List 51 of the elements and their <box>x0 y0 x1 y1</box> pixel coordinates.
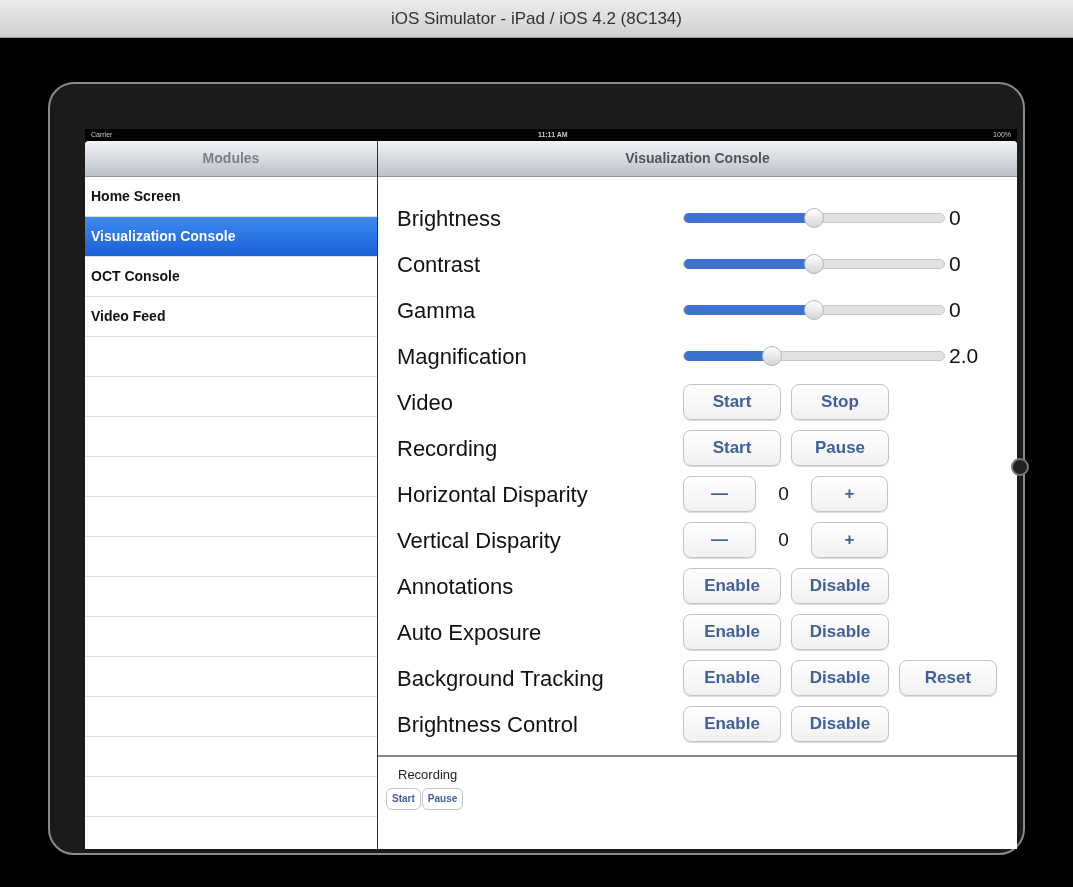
row-label: Auto Exposure <box>397 618 543 647</box>
action-button[interactable]: Enable <box>683 660 781 696</box>
sidebar-title: Modules <box>202 149 260 168</box>
decrement-button[interactable]: — <box>683 522 756 558</box>
increment-button[interactable]: + <box>811 476 888 512</box>
action-button[interactable]: Enable <box>683 614 781 650</box>
slider-value: 2.0 <box>949 343 979 370</box>
row-label: Contrast <box>397 250 482 279</box>
row-label: Annotations <box>397 572 515 601</box>
action-button[interactable]: Enable <box>683 568 781 604</box>
row-label: Vertical Disparity <box>397 526 562 555</box>
stepper-value: 0 <box>777 527 790 552</box>
slider[interactable] <box>683 299 945 321</box>
action-button[interactable]: Disable <box>791 706 889 742</box>
slider[interactable] <box>683 253 945 275</box>
action-button[interactable]: Start <box>683 430 781 466</box>
slider-value: 0 <box>949 297 961 324</box>
action-button[interactable]: Disable <box>791 568 889 604</box>
action-button[interactable]: Disable <box>791 614 889 650</box>
action-button[interactable]: Stop <box>791 384 889 420</box>
slider-value: 0 <box>949 205 961 232</box>
increment-button[interactable]: + <box>811 522 888 558</box>
action-button[interactable]: Reset <box>899 660 997 696</box>
row-label: Video <box>397 388 454 417</box>
home-button[interactable] <box>1011 458 1029 476</box>
detail-title: Visualization Console <box>625 149 770 168</box>
slider-thumb[interactable] <box>804 208 824 228</box>
slider-thumb[interactable] <box>804 300 824 320</box>
decrement-button[interactable]: — <box>683 476 756 512</box>
slider[interactable] <box>683 207 945 229</box>
row-label: Brightness <box>397 204 502 233</box>
slider-thumb[interactable] <box>762 346 783 366</box>
row-label: Recording <box>397 434 499 463</box>
small-button[interactable]: Pause <box>421 787 464 810</box>
row-label: Horizontal Disparity <box>397 480 589 509</box>
sidebar-item[interactable]: Visualization Console <box>85 217 377 257</box>
action-button[interactable]: Pause <box>791 430 889 466</box>
row-label: Brightness Control <box>397 710 579 739</box>
action-button[interactable]: Enable <box>683 706 781 742</box>
action-button[interactable]: Start <box>683 384 781 420</box>
small-button[interactable]: Start <box>386 787 421 810</box>
slider-value: 0 <box>949 251 961 278</box>
row-label: Gamma <box>397 296 477 325</box>
action-button[interactable]: Disable <box>791 660 889 696</box>
window-title: iOS Simulator - iPad / iOS 4.2 (8C134) <box>391 7 682 30</box>
footer-label: Recording <box>398 766 459 784</box>
row-label: Magnification <box>397 342 528 371</box>
stepper-value: 0 <box>777 481 790 506</box>
slider-thumb[interactable] <box>804 254 824 274</box>
slider[interactable] <box>683 345 945 367</box>
row-label: Background Tracking <box>397 664 605 693</box>
